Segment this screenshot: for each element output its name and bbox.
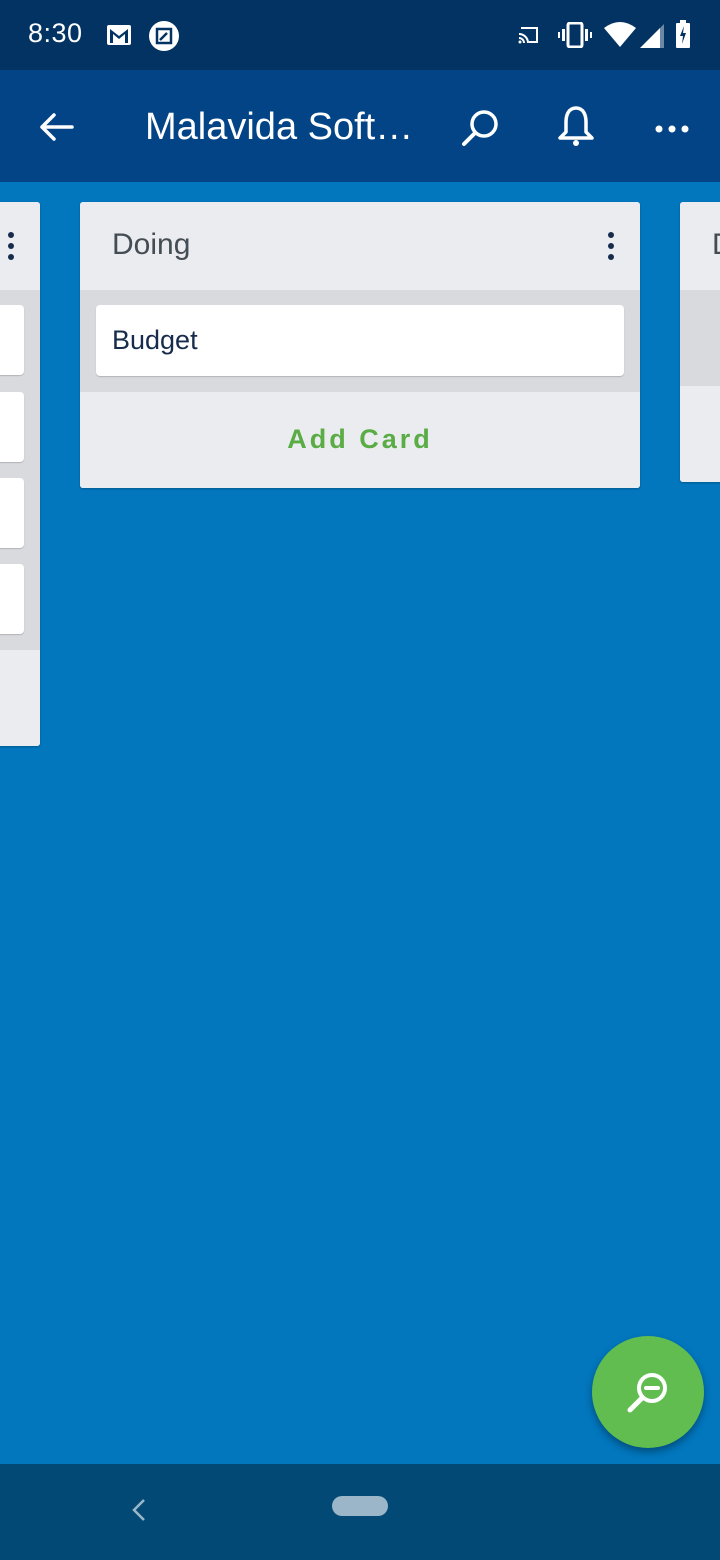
add-card-footer[interactable] bbox=[0, 650, 40, 746]
list-left-partial[interactable] bbox=[0, 202, 40, 746]
home-pill-icon[interactable] bbox=[332, 1496, 388, 1516]
card[interactable] bbox=[0, 564, 24, 634]
add-card-button[interactable]: Add Card bbox=[80, 392, 640, 488]
gmail-icon bbox=[106, 24, 132, 51]
add-card-footer[interactable] bbox=[680, 386, 720, 482]
signal-icon bbox=[640, 24, 664, 53]
notifications-bell-icon[interactable] bbox=[554, 104, 598, 153]
list-doing: Doing Budget Add Card bbox=[80, 202, 640, 488]
more-options-icon[interactable] bbox=[654, 121, 690, 139]
card[interactable] bbox=[0, 478, 24, 548]
card-budget[interactable]: Budget bbox=[96, 305, 624, 376]
status-time: 8:30 bbox=[28, 18, 83, 48]
zoom-out-icon bbox=[627, 1373, 667, 1413]
list-header bbox=[0, 202, 40, 290]
back-arrow-icon[interactable] bbox=[38, 112, 74, 147]
add-card-label: Add Card bbox=[287, 424, 433, 454]
screenshot-edit-icon bbox=[148, 20, 180, 57]
list-header: Doing bbox=[80, 202, 640, 290]
list-cards bbox=[680, 290, 720, 386]
list-right-partial[interactable]: D bbox=[680, 202, 720, 482]
board-canvas[interactable]: Doing Budget Add Card D bbox=[0, 182, 720, 1464]
list-cards bbox=[0, 290, 40, 650]
list-header: D bbox=[680, 202, 720, 290]
list-menu-icon[interactable] bbox=[6, 232, 16, 262]
battery-charging-icon bbox=[676, 20, 690, 53]
chevron-left-icon[interactable] bbox=[126, 1496, 150, 1529]
cast-icon bbox=[518, 26, 540, 49]
status-bar: 8:30 bbox=[0, 0, 720, 70]
card-title: Budget bbox=[112, 325, 198, 355]
wifi-icon bbox=[604, 22, 636, 53]
system-nav-bar bbox=[0, 1464, 720, 1560]
board-title: Malavida Soft… bbox=[145, 106, 414, 148]
card[interactable] bbox=[0, 392, 24, 462]
list-menu-icon[interactable] bbox=[606, 232, 616, 262]
vibrate-icon bbox=[558, 21, 592, 53]
card[interactable] bbox=[0, 305, 24, 375]
search-icon[interactable] bbox=[460, 108, 500, 153]
zoom-out-button[interactable] bbox=[592, 1336, 704, 1448]
app-bar: Malavida Soft… bbox=[0, 70, 720, 182]
list-title: D bbox=[712, 228, 720, 262]
list-cards: Budget bbox=[80, 290, 640, 392]
list-title: Doing bbox=[112, 228, 191, 261]
